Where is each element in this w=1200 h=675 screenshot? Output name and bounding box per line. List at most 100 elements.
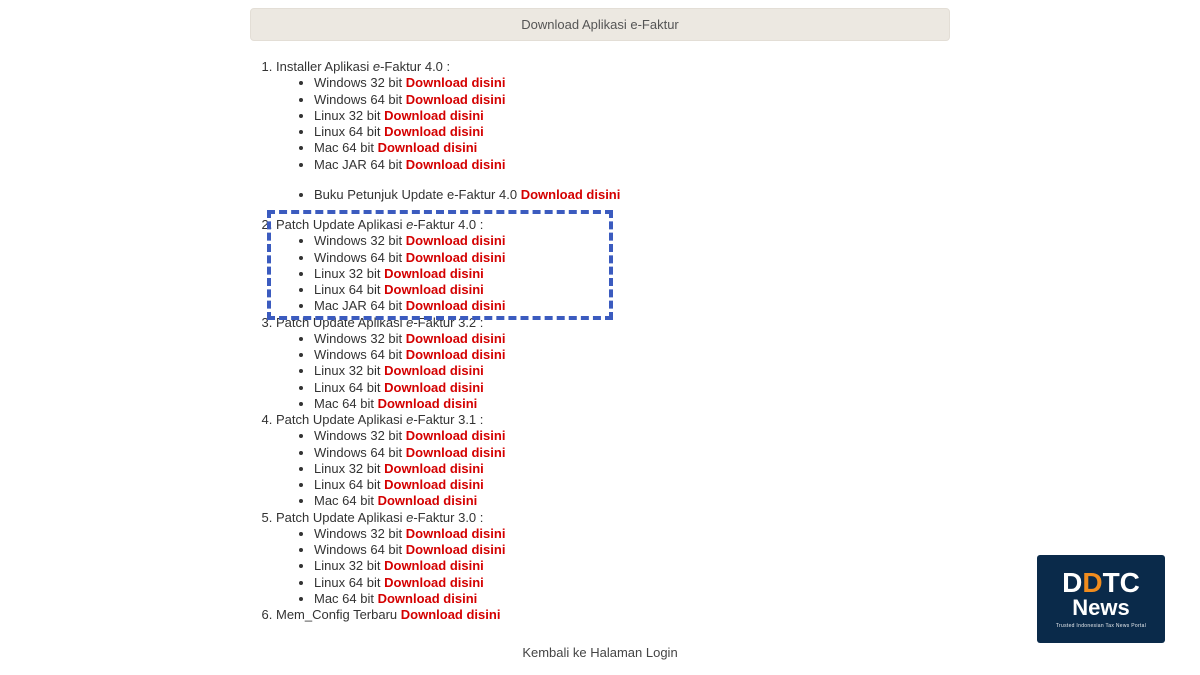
list-item: Windows 32 bit Download disini [314,428,950,444]
list-item: Windows 32 bit Download disini [314,75,950,91]
section-4: Patch Update Aplikasi e-Faktur 3.0 :Wind… [276,510,950,608]
list-item: Linux 64 bit Download disini [314,380,950,396]
download-link[interactable]: Download disini [406,298,506,313]
download-link[interactable]: Download disini [384,108,484,123]
content: Installer Aplikasi e-Faktur 4.0 :Windows… [250,59,950,623]
list-item: Buku Petunjuk Update e-Faktur 4.0 Downlo… [314,187,950,203]
platform-label: Windows 32 bit [314,75,406,90]
list-item: Mac 64 bit Download disini [314,396,950,412]
platform-label: Linux 64 bit [314,477,384,492]
platform-label: Windows 32 bit [314,428,406,443]
section-5: Mem_Config Terbaru Download disini [276,607,950,623]
page-container: Download Aplikasi e-Faktur Installer Apl… [250,0,950,660]
download-link[interactable]: Download disini [384,477,484,492]
list-item: Mac 64 bit Download disini [314,493,950,509]
section-title: Installer Aplikasi e-Faktur 4.0 : [276,59,450,74]
section-title: Patch Update Aplikasi e-Faktur 3.2 : [276,315,483,330]
list-item: Linux 64 bit Download disini [314,575,950,591]
list-item: Linux 64 bit Download disini [314,282,950,298]
platform-list: Windows 32 bit Download disiniWindows 64… [276,331,950,412]
download-link[interactable]: Download disini [378,140,478,155]
list-item: Windows 64 bit Download disini [314,92,950,108]
download-link[interactable]: Download disini [384,575,484,590]
list-item: Linux 32 bit Download disini [314,363,950,379]
list-item: Mac 64 bit Download disini [314,140,950,156]
download-link[interactable]: Download disini [406,75,506,90]
download-link[interactable]: Download disini [378,493,478,508]
platform-label: Windows 32 bit [314,233,406,248]
platform-label: Windows 32 bit [314,331,406,346]
list-item: Linux 32 bit Download disini [314,461,950,477]
download-link[interactable]: Download disini [384,380,484,395]
platform-label: Mac JAR 64 bit [314,157,406,172]
platform-label: Windows 64 bit [314,445,406,460]
download-link[interactable]: Download disini [406,233,506,248]
platform-label: Mac JAR 64 bit [314,298,406,313]
section-0: Installer Aplikasi e-Faktur 4.0 :Windows… [276,59,950,217]
download-link[interactable]: Download disini [406,331,506,346]
list-item: Mac JAR 64 bit Download disini [314,298,950,314]
download-link[interactable]: Download disini [378,591,478,606]
list-item: Windows 64 bit Download disini [314,347,950,363]
platform-label: Linux 64 bit [314,124,384,139]
download-link[interactable]: Download disini [384,266,484,281]
download-link[interactable]: Download disini [406,347,506,362]
platform-label: Windows 64 bit [314,347,406,362]
platform-label: Linux 32 bit [314,108,384,123]
list-item: Linux 32 bit Download disini [314,108,950,124]
back-to-login-link[interactable]: Kembali ke Halaman Login [250,645,950,660]
download-link[interactable]: Download disini [378,396,478,411]
platform-label: Linux 64 bit [314,282,384,297]
download-link[interactable]: Download disini [384,282,484,297]
platform-label: Windows 64 bit [314,542,406,557]
download-link[interactable]: Download disini [406,526,506,541]
section-1: Patch Update Aplikasi e-Faktur 4.0 :Wind… [276,217,950,315]
list-item: Windows 32 bit Download disini [314,233,950,249]
list-item: Linux 64 bit Download disini [314,124,950,140]
platform-list: Windows 32 bit Download disiniWindows 64… [276,75,950,173]
list-item: Mac JAR 64 bit Download disini [314,157,950,173]
logo-tagline: Trusted Indonesian Tax News Portal [1056,623,1146,629]
download-link[interactable]: Download disini [406,445,506,460]
header-title: Download Aplikasi e-Faktur [521,17,679,32]
download-link[interactable]: Download disini [406,428,506,443]
platform-label: Linux 32 bit [314,266,384,281]
platform-label: Linux 32 bit [314,558,384,573]
list-item: Windows 64 bit Download disini [314,250,950,266]
list-item: Mac 64 bit Download disini [314,591,950,607]
platform-label: Mac 64 bit [314,140,378,155]
download-link[interactable]: Download disini [384,558,484,573]
download-link[interactable]: Download disini [384,363,484,378]
download-link[interactable]: Download disini [406,250,506,265]
platform-label: Linux 64 bit [314,575,384,590]
list-item: Windows 32 bit Download disini [314,526,950,542]
platform-label: Linux 32 bit [314,363,384,378]
section-3: Patch Update Aplikasi e-Faktur 3.1 :Wind… [276,412,950,510]
platform-list: Windows 32 bit Download disiniWindows 64… [276,233,950,314]
platform-label: Windows 64 bit [314,250,406,265]
extra-list: Buku Petunjuk Update e-Faktur 4.0 Downlo… [276,187,950,203]
download-link[interactable]: Download disini [406,542,506,557]
section-title: Mem_Config Terbaru [276,607,401,622]
list-item: Windows 64 bit Download disini [314,542,950,558]
download-link[interactable]: Download disini [401,607,501,622]
download-link[interactable]: Download disini [521,187,621,202]
download-link[interactable]: Download disini [384,461,484,476]
section-title: Patch Update Aplikasi e-Faktur 4.0 : [276,217,483,232]
download-link[interactable]: Download disini [406,157,506,172]
download-link[interactable]: Download disini [406,92,506,107]
platform-list: Windows 32 bit Download disiniWindows 64… [276,526,950,607]
list-item: Linux 64 bit Download disini [314,477,950,493]
list-item: Linux 32 bit Download disini [314,266,950,282]
header-bar: Download Aplikasi e-Faktur [250,8,950,41]
extra-label: Buku Petunjuk Update e-Faktur 4.0 [314,187,521,202]
list-item: Windows 64 bit Download disini [314,445,950,461]
platform-label: Mac 64 bit [314,396,378,411]
download-sections-list: Installer Aplikasi e-Faktur 4.0 :Windows… [256,59,950,623]
section-2: Patch Update Aplikasi e-Faktur 3.2 :Wind… [276,315,950,413]
download-link[interactable]: Download disini [384,124,484,139]
platform-label: Windows 64 bit [314,92,406,107]
logo-line-2: News [1072,597,1129,619]
list-item: Windows 32 bit Download disini [314,331,950,347]
platform-label: Linux 64 bit [314,380,384,395]
